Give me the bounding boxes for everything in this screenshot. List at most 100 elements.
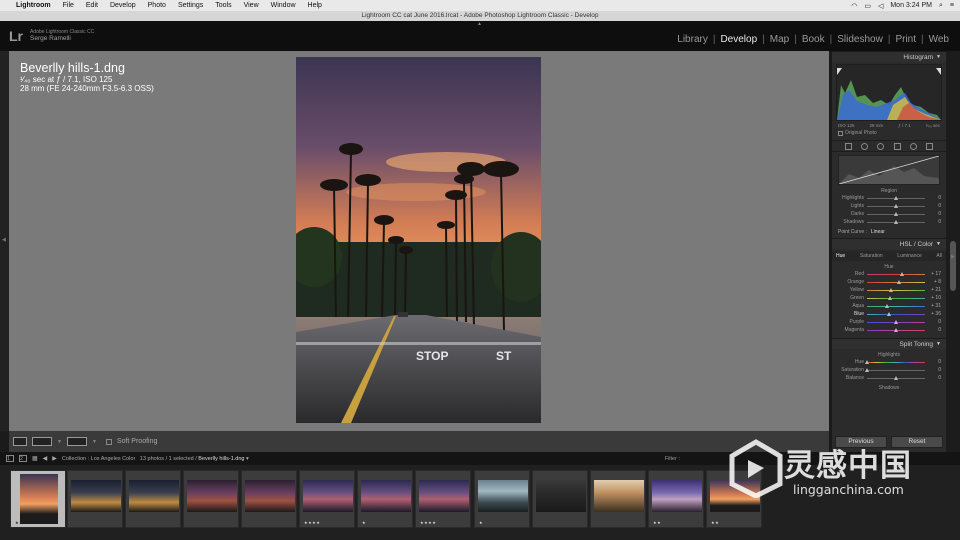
slider-track[interactable] bbox=[867, 375, 925, 380]
crop-icon[interactable] bbox=[844, 142, 852, 150]
main-window-button[interactable]: 1 bbox=[6, 455, 14, 462]
grid-view-icon[interactable]: ▦ bbox=[32, 455, 38, 462]
slider-knob[interactable] bbox=[893, 211, 898, 216]
thumbnail-image[interactable] bbox=[536, 480, 586, 512]
slider-track[interactable] bbox=[867, 219, 925, 224]
menu-file[interactable]: File bbox=[63, 2, 74, 9]
module-library[interactable]: Library bbox=[672, 34, 713, 45]
chevron-down-icon[interactable]: ▼ bbox=[92, 439, 97, 445]
slider-value[interactable]: + 31 bbox=[925, 303, 941, 309]
filmstrip-thumb[interactable]: ★★ bbox=[648, 470, 704, 528]
thumbnail-image[interactable] bbox=[187, 480, 237, 512]
slider-knob[interactable] bbox=[886, 311, 891, 316]
filmstrip-thumb[interactable] bbox=[183, 470, 239, 528]
adjustment-brush-icon[interactable] bbox=[926, 142, 934, 150]
filmstrip-thumb[interactable]: ★★ bbox=[10, 470, 66, 528]
expand-left-icon[interactable]: ◀ bbox=[2, 237, 6, 243]
module-slideshow[interactable]: Slideshow bbox=[832, 34, 888, 45]
slider-value[interactable]: 0 bbox=[925, 327, 941, 333]
thumbnail-image[interactable] bbox=[129, 480, 179, 512]
slider-track[interactable] bbox=[867, 295, 925, 300]
slider-value[interactable]: + 21 bbox=[925, 287, 941, 293]
menu-settings[interactable]: Settings bbox=[178, 2, 203, 9]
module-book[interactable]: Book bbox=[797, 34, 830, 45]
point-curve-row[interactable]: Point Curve : Linear bbox=[832, 226, 946, 238]
second-window-button[interactable]: 2 bbox=[19, 455, 27, 462]
filmstrip-thumb[interactable] bbox=[241, 470, 297, 528]
menu-develop[interactable]: Develop bbox=[110, 2, 136, 9]
filmstrip-thumb[interactable] bbox=[67, 470, 123, 528]
filter-label[interactable]: Filter : bbox=[665, 456, 680, 462]
tab-luminance[interactable]: Luminance bbox=[897, 253, 921, 259]
slider-value[interactable]: + 10 bbox=[925, 295, 941, 301]
filmstrip-source[interactable]: Collection : Los Angeles Color 13 photos… bbox=[62, 456, 249, 462]
thumbnail-image[interactable] bbox=[303, 480, 353, 512]
histogram-header[interactable]: Histogram ▼ bbox=[832, 51, 946, 62]
before-after-button[interactable] bbox=[32, 437, 52, 446]
slider-knob[interactable] bbox=[864, 359, 869, 364]
star-rating[interactable]: ★★★★ bbox=[420, 520, 436, 525]
menu-edit[interactable]: Edit bbox=[86, 2, 98, 9]
thumbnail-image[interactable] bbox=[20, 474, 58, 524]
scrollbar-thumb[interactable] bbox=[950, 241, 956, 291]
collapse-right-icon[interactable]: ▶ bbox=[951, 254, 955, 260]
split-toning-header[interactable]: Split Toning ▼ bbox=[832, 338, 946, 349]
histogram[interactable] bbox=[836, 64, 942, 121]
soft-proofing-checkbox[interactable] bbox=[105, 438, 112, 445]
slider-value[interactable]: 0 bbox=[925, 211, 941, 217]
graduated-filter-icon[interactable] bbox=[893, 142, 901, 150]
filmstrip-thumb[interactable] bbox=[125, 470, 181, 528]
tab-saturation[interactable]: Saturation bbox=[860, 253, 883, 259]
star-rating[interactable]: ★★ bbox=[711, 520, 719, 525]
menu-window[interactable]: Window bbox=[271, 2, 296, 9]
red-eye-icon[interactable] bbox=[877, 142, 885, 150]
slider-value[interactable]: 0 bbox=[925, 219, 941, 225]
slider-purple[interactable]: Purple 0 bbox=[832, 318, 946, 326]
slider-orange[interactable]: Orange + 8 bbox=[832, 278, 946, 286]
collection-name[interactable]: Collection : Los Angeles Color bbox=[62, 456, 135, 462]
slider-darks[interactable]: Darks 0 bbox=[832, 210, 946, 218]
slider-knob[interactable] bbox=[900, 271, 905, 276]
menu-photo[interactable]: Photo bbox=[148, 2, 166, 9]
slider-value[interactable]: 0 bbox=[925, 319, 941, 325]
hsl-header[interactable]: HSL / Color ▼ bbox=[832, 238, 946, 249]
slider-value[interactable]: + 36 bbox=[925, 311, 941, 317]
slider-track[interactable] bbox=[864, 367, 925, 372]
slider-track[interactable] bbox=[864, 359, 925, 364]
slider-knob[interactable] bbox=[888, 287, 893, 292]
slider-value[interactable]: 0 bbox=[925, 359, 941, 365]
collapse-top-icon[interactable]: ▲ bbox=[477, 21, 482, 27]
slider-aqua[interactable]: Aqua + 31 bbox=[832, 302, 946, 310]
slider-track[interactable] bbox=[867, 279, 925, 284]
star-rating[interactable]: ★★ bbox=[15, 520, 23, 525]
forward-arrow-icon[interactable]: ▶ bbox=[52, 455, 57, 462]
slider-value[interactable]: + 17 bbox=[925, 271, 941, 277]
menu-app[interactable]: Lightroom bbox=[16, 2, 51, 9]
module-print[interactable]: Print bbox=[890, 34, 921, 45]
thumbnail-image[interactable] bbox=[361, 480, 411, 512]
slider-yellow[interactable]: Yellow + 21 bbox=[832, 286, 946, 294]
swap-before-after-button[interactable] bbox=[66, 437, 87, 446]
star-rating[interactable]: ★ bbox=[479, 520, 483, 525]
wifi-icon[interactable]: ◠ bbox=[851, 2, 857, 10]
thumbnail-image[interactable] bbox=[419, 480, 469, 512]
filmstrip-thumb[interactable] bbox=[590, 470, 646, 528]
slider-track[interactable] bbox=[867, 327, 925, 332]
slider-knob[interactable] bbox=[864, 367, 869, 372]
slider-red[interactable]: Red + 17 bbox=[832, 270, 946, 278]
menu-help[interactable]: Help bbox=[308, 2, 322, 9]
spot-removal-icon[interactable] bbox=[860, 142, 868, 150]
slider-split-hue[interactable]: Hue 0 bbox=[832, 358, 946, 366]
tab-all[interactable]: All bbox=[936, 253, 942, 259]
loupe-view[interactable]: Beverlly hills-1.dng ¹⁄₄₀ sec at ƒ / 7.1… bbox=[9, 51, 829, 431]
thumbnail-image[interactable] bbox=[245, 480, 295, 512]
right-panel-scrollbar[interactable]: ▶ bbox=[946, 51, 960, 452]
slider-balance[interactable]: Balance 0 bbox=[832, 374, 946, 382]
thumbnail-image[interactable] bbox=[652, 480, 702, 512]
module-map[interactable]: Map bbox=[765, 34, 794, 45]
slider-track[interactable] bbox=[867, 203, 925, 208]
slider-blue[interactable]: Blue + 36 bbox=[832, 310, 946, 318]
slider-knob[interactable] bbox=[887, 295, 892, 300]
slider-knob[interactable] bbox=[893, 195, 898, 200]
tab-hue[interactable]: Hue bbox=[836, 253, 845, 259]
